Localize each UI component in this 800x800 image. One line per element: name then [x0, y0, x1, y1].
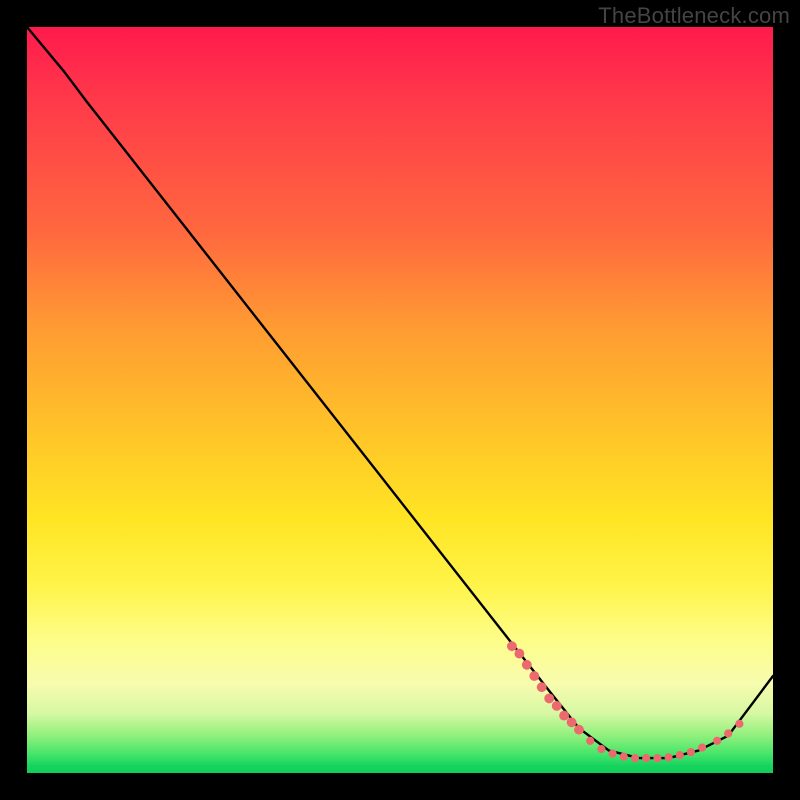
- curve-marker: [574, 725, 584, 735]
- curve-marker: [713, 737, 721, 745]
- curve-marker: [608, 749, 616, 757]
- curve-marker: [559, 711, 569, 721]
- curve-marker: [507, 641, 517, 651]
- curve-marker: [642, 754, 650, 762]
- curve-marker: [567, 717, 577, 727]
- curve-marker: [735, 720, 743, 728]
- curve-marker: [698, 743, 706, 751]
- plot-area: [27, 27, 773, 773]
- curve-markers: [507, 641, 744, 762]
- chart-svg: [27, 27, 773, 773]
- watermark-text: TheBottleneck.com: [598, 3, 790, 29]
- bottleneck-curve: [27, 27, 773, 758]
- curve-marker: [653, 754, 661, 762]
- curve-marker: [597, 745, 605, 753]
- curve-marker: [514, 649, 524, 659]
- curve-marker: [544, 693, 554, 703]
- curve-marker: [552, 701, 562, 711]
- chart-container: TheBottleneck.com: [0, 0, 800, 800]
- curve-marker: [537, 682, 547, 692]
- curve-marker: [522, 660, 532, 670]
- curve-marker: [631, 754, 639, 762]
- curve-marker: [529, 671, 539, 681]
- curve-marker: [620, 752, 628, 760]
- curve-marker: [687, 748, 695, 756]
- curve-marker: [724, 729, 732, 737]
- curve-marker: [676, 751, 684, 759]
- curve-marker: [664, 753, 672, 761]
- curve-marker: [586, 737, 594, 745]
